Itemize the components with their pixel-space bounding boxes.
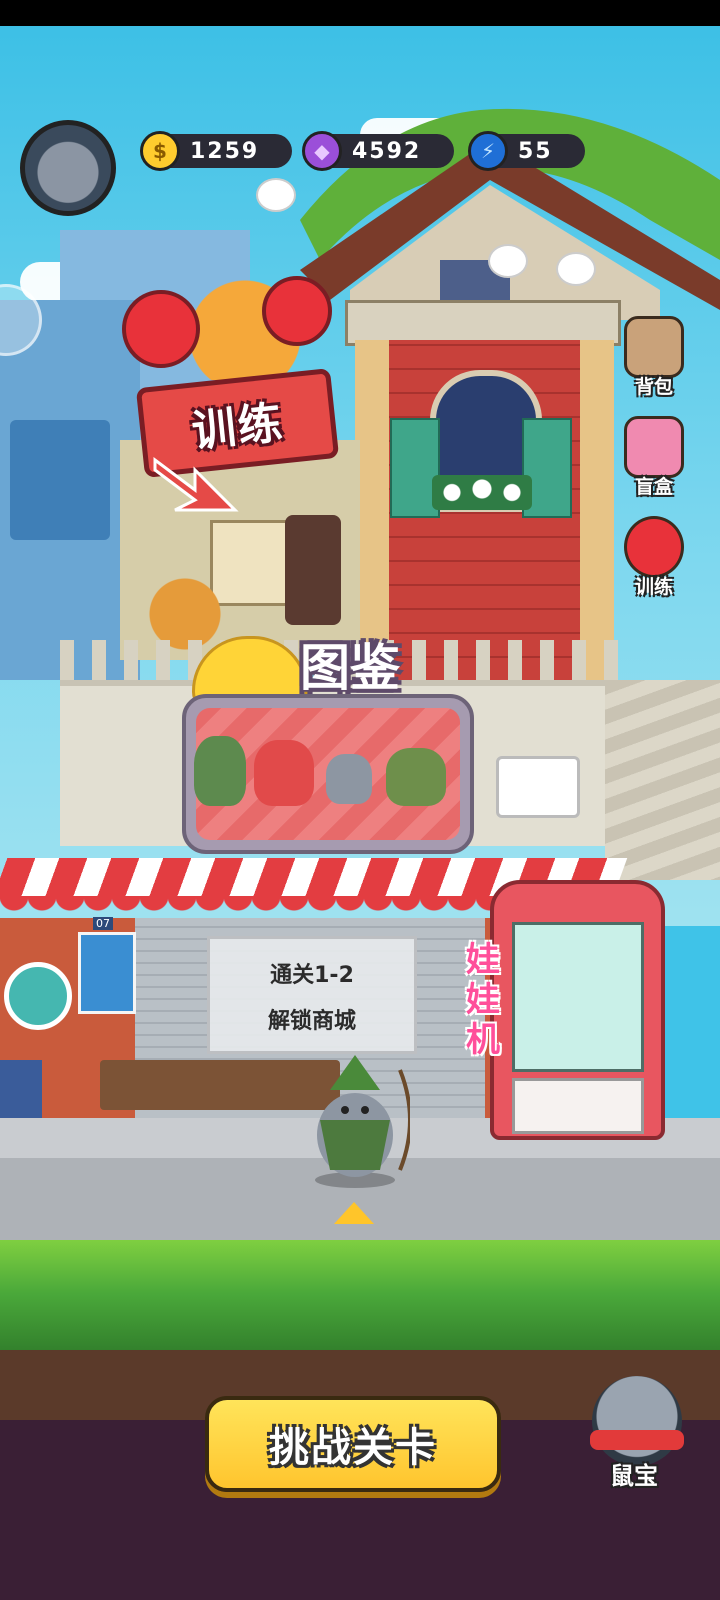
rat-treasure-label: 鼠宝 [610,1462,658,1490]
training-sign-label: 训练 [189,397,287,458]
rat-treasure-icon [592,1376,682,1466]
wall-poster: 07 [78,917,136,1014]
shop-lock-panel: 通关1-2 解锁商城 [207,936,417,1054]
air-conditioner [496,756,580,818]
bird [256,178,296,212]
gem-icon: ◆ [302,131,342,171]
challenge-level-button[interactable]: 挑战关卡 [205,1396,501,1492]
gem-amount: 4592 [352,138,422,164]
claw-machine-glass [512,922,644,1072]
training-button[interactable]: 训练 [618,516,690,599]
training-label: 训练 [634,576,673,598]
collection-hero [386,748,446,806]
grass [0,1240,720,1360]
scarf [590,1430,684,1450]
player-marker-icon [334,1202,374,1224]
tiger-trainer[interactable] [140,570,230,650]
boxing-glove-icon [122,290,200,368]
lightning-icon: ⚡ [468,131,508,171]
backpack-icon [624,316,684,378]
claw-machine-label[interactable]: 娃娃机 [456,940,510,1060]
bird [488,244,528,278]
collection-title[interactable]: 图鉴 [300,628,400,700]
lock-requirement: 通关1-2 [270,963,354,988]
challenge-level-label: 挑战关卡 [269,1425,437,1471]
collection-hero [194,736,246,806]
blind-box-label: 盲盒 [634,476,673,498]
blind-box-button[interactable]: 盲盒 [618,416,690,499]
water-tower [10,420,110,540]
stone-column [580,340,614,680]
poster-number: 07 [93,917,113,930]
collection-hero [254,740,314,806]
bird [556,252,596,286]
claw-machine-base [512,1078,644,1134]
player-avatar[interactable] [20,120,116,216]
lock-description: 解锁商城 [267,1009,356,1034]
status-bar [0,0,720,26]
flower-box [432,475,532,510]
energy-amount: 55 [518,138,553,164]
boxing-glove-icon [262,276,332,346]
player-character[interactable] [300,1050,410,1190]
collection-hero [326,754,372,804]
arrow-down-right-icon [153,457,239,512]
backpack-label: 背包 [634,376,673,398]
coin-icon: $ [140,131,180,171]
boxing-glove-icon [624,516,684,578]
stairs [605,680,720,880]
backpack-button[interactable]: 背包 [618,316,690,399]
rat-treasure-button[interactable]: 鼠宝 [574,1370,694,1490]
blind-box-icon [624,416,684,478]
shop-sign-icon[interactable] [4,962,72,1030]
punching-bag [285,515,341,625]
coin-amount: 1259 [190,138,260,164]
